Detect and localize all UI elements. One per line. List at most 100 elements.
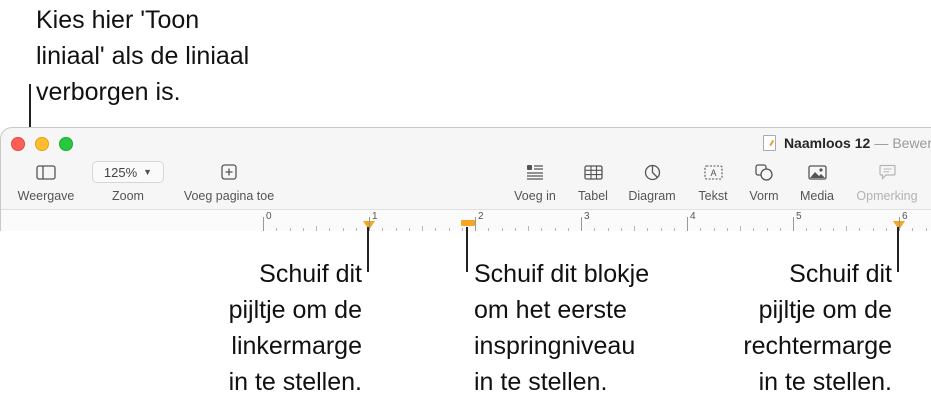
plus-square-icon [221, 161, 237, 183]
callout-left-margin: Schuif dit pijltje om de linkermarge in … [229, 256, 362, 400]
minimize-window-button[interactable] [35, 137, 49, 151]
text-label: Tekst [698, 189, 728, 203]
document-icon [762, 135, 776, 151]
ruler-tick [462, 228, 463, 231]
ruler-tick [409, 228, 410, 231]
ruler-number: 5 [796, 211, 802, 222]
table-icon [583, 161, 603, 183]
ruler-tick [647, 228, 648, 231]
svg-text:A: A [710, 168, 716, 178]
ruler-tick [912, 228, 913, 231]
callout-line: Schuif dit blokje [474, 260, 650, 288]
maximize-window-button[interactable] [59, 137, 73, 151]
ruler-tick [859, 228, 860, 231]
insert-button[interactable]: Voeg in [509, 161, 561, 203]
chart-button[interactable]: Diagram [623, 161, 681, 203]
callout-line: liniaal' als de liniaal [36, 42, 250, 70]
list-icon [526, 161, 544, 183]
callout-line: linkermarge [231, 332, 362, 360]
ruler-tick [926, 228, 927, 231]
callout-first-indent: Schuif dit blokje om het eerste inspring… [474, 256, 649, 400]
zoom-label: Zoom [112, 189, 144, 203]
table-label: Tabel [578, 189, 608, 203]
ruler-tick [846, 226, 847, 231]
ruler-tick [753, 228, 754, 231]
callout-right-margin: Schuif dit pijltje om de rechtermarge in… [743, 256, 892, 400]
ruler-tick [674, 228, 675, 231]
callout-line: pijltje om de [758, 296, 892, 324]
app-window: Naamloos 12 — Bewer Weergave 125% ▼ Zoom… [0, 127, 931, 231]
title-suffix: Bewer [892, 135, 931, 151]
view-button[interactable]: Weergave [15, 161, 77, 203]
ruler-tick [661, 228, 662, 231]
chevron-down-icon: ▼ [143, 167, 153, 177]
ruler-tick [873, 228, 874, 231]
ruler-tick [568, 228, 569, 231]
first-line-indent-marker[interactable] [461, 213, 475, 231]
ruler-tick [833, 228, 834, 231]
table-button[interactable]: Tabel [572, 161, 614, 203]
add-page-button[interactable]: Voeg pagina toe [178, 161, 280, 203]
pie-chart-icon [644, 161, 661, 183]
callout-line: Schuif dit [789, 260, 892, 288]
left-margin-leader-line [367, 227, 369, 272]
ruler-tick [714, 228, 715, 231]
media-button[interactable]: Media [795, 161, 839, 203]
shape-label: Vorm [749, 189, 779, 203]
ruler-tick [382, 228, 383, 231]
callout-line: rechtermarge [743, 332, 892, 360]
ruler-tick [356, 228, 357, 231]
ruler-tick [369, 217, 370, 231]
callout-line: pijltje om de [228, 296, 362, 324]
ruler-tick [396, 228, 397, 231]
ruler-number: 1 [372, 211, 378, 222]
ruler-tick [263, 217, 264, 231]
comment-button[interactable]: Opmerking [852, 161, 922, 203]
text-box-icon: A [703, 161, 723, 183]
ruler-tick [435, 228, 436, 231]
ruler-tick [422, 226, 423, 231]
ruler-tick [541, 228, 542, 231]
callout-line: om het eerste [474, 296, 627, 324]
ruler-tick [806, 228, 807, 231]
ruler-tick [475, 217, 476, 231]
ruler-tick [449, 228, 450, 231]
callout-line: in te stellen. [228, 368, 362, 396]
callout-line: in te stellen. [758, 368, 892, 396]
ruler-tick [700, 228, 701, 231]
text-button[interactable]: A Tekst [693, 161, 733, 203]
callout-line: in te stellen. [474, 368, 608, 396]
ruler-tick [594, 228, 595, 231]
close-window-button[interactable] [11, 137, 25, 151]
ruler-tick [581, 217, 582, 231]
ruler-tick [488, 228, 489, 231]
ruler-tick [528, 226, 529, 231]
view-label: Weergave [17, 189, 75, 203]
ruler-tick [502, 228, 503, 231]
media-label: Media [799, 189, 835, 203]
shape-button[interactable]: Vorm [744, 161, 784, 203]
callout-line: inspringniveau [474, 332, 636, 360]
ruler-tick [276, 228, 277, 231]
ruler-number: 4 [690, 211, 696, 222]
window-title: Naamloos 12 — Bewer [762, 133, 931, 153]
ruler-number: 6 [902, 211, 908, 222]
ruler-tick [515, 228, 516, 231]
zoom-control[interactable]: 125% ▼ Zoom [92, 161, 164, 203]
ruler-tick [634, 226, 635, 231]
shape-icon [754, 161, 774, 183]
ruler-tick [767, 228, 768, 231]
ruler-tick [820, 228, 821, 231]
title-separator: — [874, 135, 889, 151]
zoom-select[interactable]: 125% ▼ [92, 161, 164, 183]
ruler-tick [316, 226, 317, 231]
insert-label: Voeg in [514, 189, 556, 203]
ruler-tick [687, 217, 688, 231]
ruler-tick [303, 228, 304, 231]
callout-line: Kies hier 'Toon [36, 6, 200, 34]
ruler-tick [608, 228, 609, 231]
document-name: Naamloos 12 [783, 135, 871, 151]
zoom-box-wrap: 125% ▼ [92, 161, 164, 183]
ruler-tick [621, 228, 622, 231]
ruler-tick [780, 228, 781, 231]
